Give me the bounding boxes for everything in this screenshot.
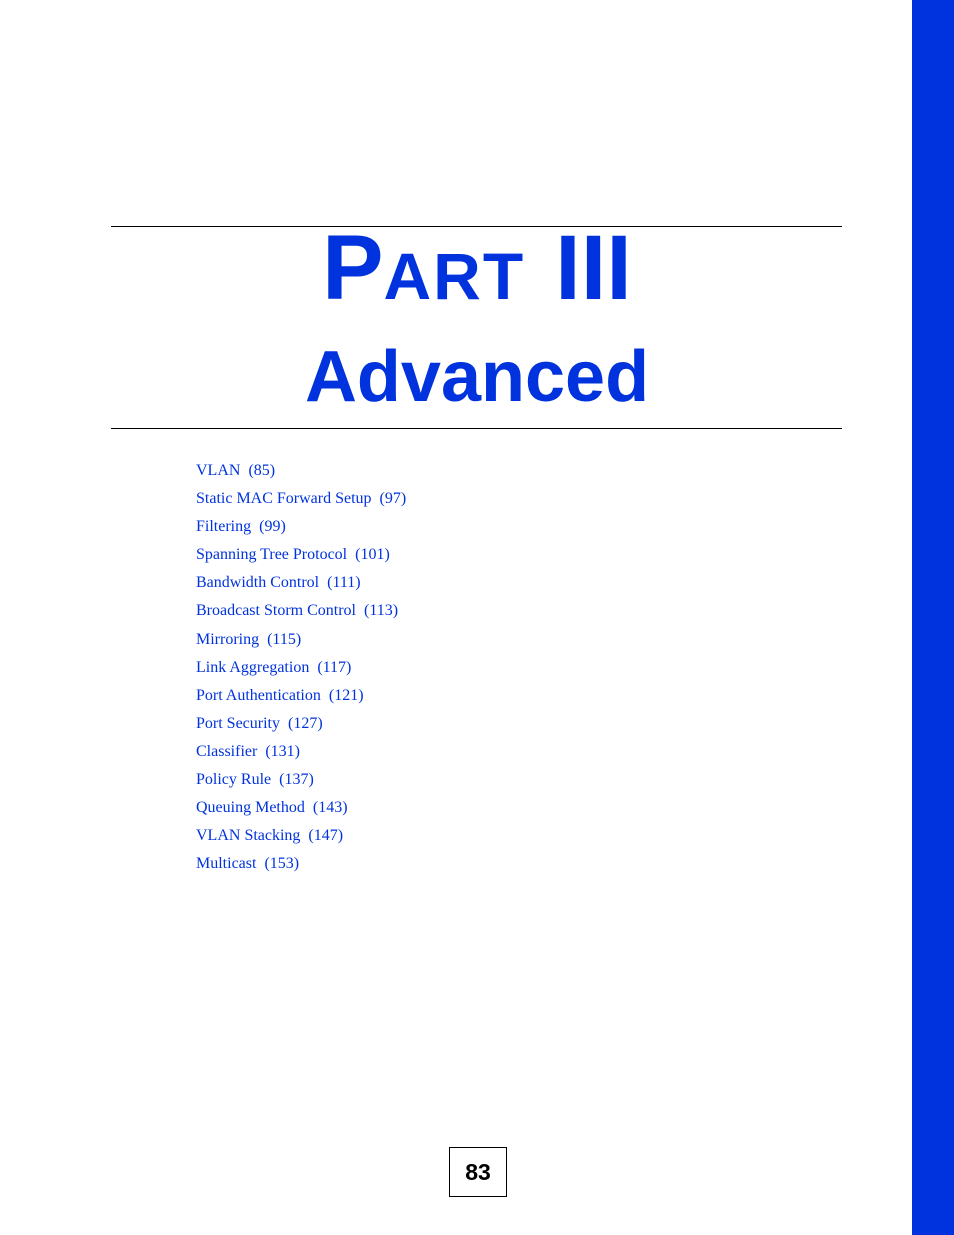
toc-link-vlan-stacking[interactable]: VLAN Stacking (147): [196, 824, 406, 852]
table-of-contents: VLAN (85) Static MAC Forward Setup (97) …: [196, 459, 406, 880]
toc-link-link-aggregation[interactable]: Link Aggregation (117): [196, 656, 406, 684]
side-color-bar: [912, 0, 954, 1235]
toc-link-vlan[interactable]: VLAN (85): [196, 459, 406, 487]
page-number: 83: [449, 1147, 507, 1197]
toc-link-port-authentication[interactable]: Port Authentication (121): [196, 684, 406, 712]
toc-link-broadcast-storm-control[interactable]: Broadcast Storm Control (113): [196, 599, 406, 627]
toc-link-filtering[interactable]: Filtering (99): [196, 515, 406, 543]
toc-link-bandwidth-control[interactable]: Bandwidth Control (111): [196, 571, 406, 599]
toc-link-port-security[interactable]: Port Security (127): [196, 712, 406, 740]
bottom-rule: [111, 428, 842, 429]
part-subtitle: Advanced: [304, 337, 650, 417]
part-title: PART III: [0, 222, 954, 314]
toc-link-multicast[interactable]: Multicast (153): [196, 852, 406, 880]
part-first-letter: P: [322, 217, 384, 319]
part-number: III: [555, 217, 632, 319]
toc-link-queuing-method[interactable]: Queuing Method (143): [196, 796, 406, 824]
part-rest: ART: [383, 239, 526, 313]
toc-link-spanning-tree-protocol[interactable]: Spanning Tree Protocol (101): [196, 543, 406, 571]
toc-link-policy-rule[interactable]: Policy Rule (137): [196, 768, 406, 796]
toc-link-classifier[interactable]: Classifier (131): [196, 740, 406, 768]
toc-link-mirroring[interactable]: Mirroring (115): [196, 628, 406, 656]
toc-link-static-mac-forward-setup[interactable]: Static MAC Forward Setup (97): [196, 487, 406, 515]
